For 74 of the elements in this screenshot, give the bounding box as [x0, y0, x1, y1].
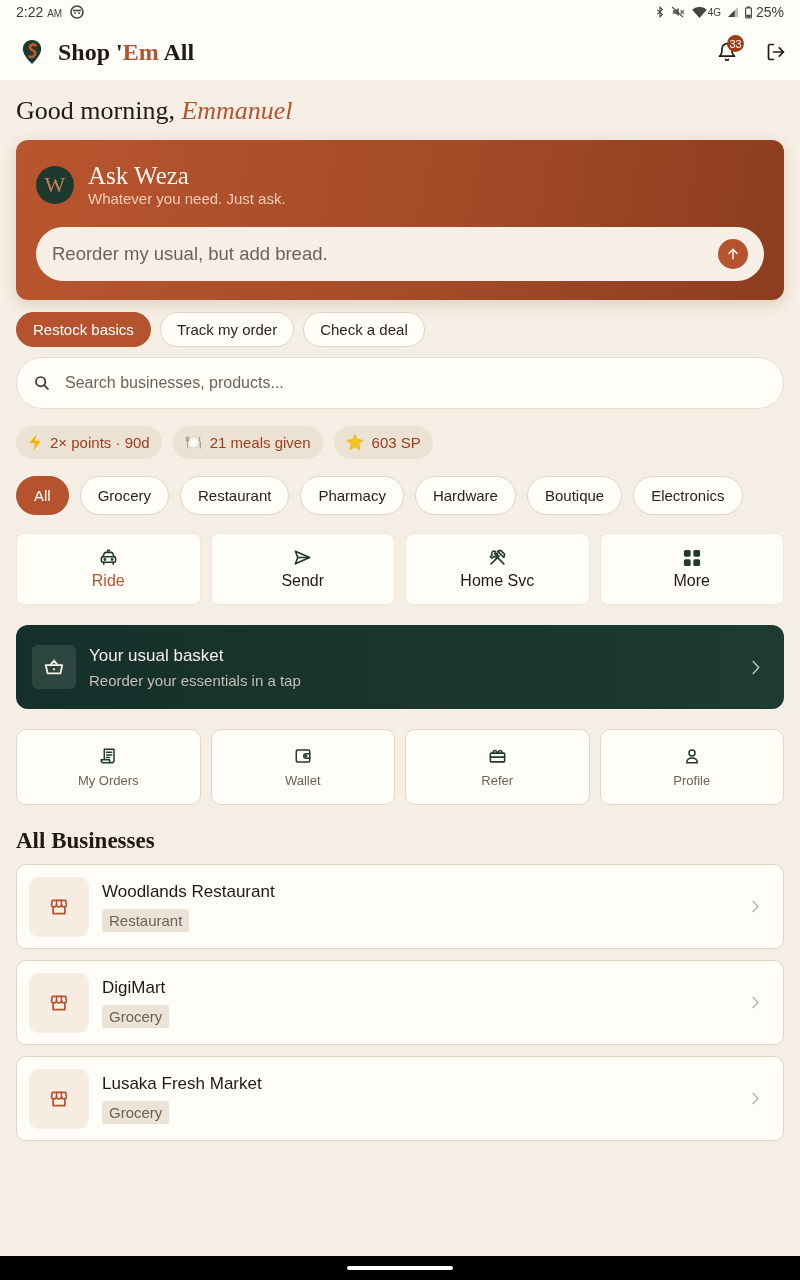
business-card[interactable]: Woodlands Restaurant Restaurant [16, 864, 784, 949]
business-name: DigiMart [102, 977, 166, 998]
suggestion-chip[interactable]: Track my order [159, 312, 295, 347]
quick-link-button[interactable]: Wallet [210, 729, 395, 805]
service-button[interactable]: Sendr [210, 533, 395, 605]
store-icon [29, 972, 89, 1033]
store-icon [29, 876, 89, 937]
chevron-right-icon [752, 659, 760, 675]
store-icon [29, 1068, 89, 1129]
perk-label: 2× points · 90d [50, 434, 150, 451]
wifi-icon [691, 6, 707, 18]
service-button[interactable]: More [599, 533, 784, 605]
chevron-right-icon [752, 996, 759, 1009]
grid-icon [682, 548, 701, 567]
assistant-title: Ask Weza [88, 162, 190, 189]
perk-label: 603 SP [371, 434, 421, 451]
category-chip[interactable]: Hardware [414, 476, 516, 515]
service-button[interactable]: Ride [16, 533, 201, 605]
basket-icon [32, 645, 76, 689]
greeting-heading: Good morning, Emmanuel [16, 96, 294, 126]
section-heading: All Businesses [16, 827, 156, 855]
logo-icon [21, 39, 43, 65]
category-chip[interactable]: Restaurant [180, 476, 290, 515]
assistant-subtitle: Whatever you need. Just ask. [88, 189, 286, 208]
notifications-button[interactable]: 33 [717, 35, 744, 62]
category-chip[interactable]: Pharmacy [300, 476, 404, 515]
star-icon [345, 434, 364, 451]
banner-title: Your usual basket [89, 645, 224, 666]
quick-link-button[interactable]: Refer [405, 729, 590, 805]
category-tag: Grocery [102, 1100, 170, 1124]
battery-percent: 25% [755, 4, 784, 20]
plate-icon [184, 434, 202, 451]
banner-subtitle: Reorder your essentials in a tap [89, 671, 301, 689]
logout-icon [766, 42, 786, 62]
business-card[interactable]: Lusaka Fresh Market Grocery [16, 1056, 784, 1141]
basket-banner[interactable]: Your usual basket Reorder your essentials in a tap [16, 625, 784, 709]
chevron-right-icon [752, 900, 759, 913]
tools-icon [487, 548, 507, 567]
smiley-icon [70, 5, 85, 19]
suggestion-chip[interactable]: Restock basics [16, 312, 151, 347]
lightning-icon [28, 434, 42, 451]
category-chip[interactable]: Boutique [526, 476, 623, 515]
notification-count-badge: 33 [727, 35, 744, 52]
logout-button[interactable] [766, 42, 786, 62]
paper-plane-icon [293, 548, 313, 567]
wallet-icon [293, 746, 312, 765]
category-chip[interactable]: Grocery [79, 476, 169, 515]
quick-link-button[interactable]: Profile [599, 729, 784, 805]
business-card[interactable]: DigiMart Grocery [16, 960, 784, 1045]
service-button[interactable]: Home Svc [405, 533, 590, 605]
mute-icon [670, 6, 685, 18]
business-name: Woodlands Restaurant [102, 881, 275, 902]
arrow-up-icon [726, 247, 740, 261]
battery-icon [744, 5, 752, 19]
category-chip[interactable]: Electronics [633, 476, 743, 515]
status-time: 2:22 AM [16, 4, 63, 20]
search-field[interactable]: Search businesses, products... [16, 357, 784, 409]
business-name: Lusaka Fresh Market [102, 1073, 262, 1094]
perk-label: 21 meals given [209, 434, 311, 451]
category-tag: Restaurant [102, 908, 190, 932]
search-icon [34, 375, 50, 391]
ask-input-field[interactable]: Reorder my usual, but add bread. [36, 227, 764, 281]
category-chip[interactable]: All [16, 476, 69, 515]
quick-link-button[interactable]: My Orders [16, 729, 201, 805]
suggestion-chip[interactable]: Check a deal [303, 312, 425, 347]
chevron-right-icon [752, 1092, 759, 1105]
car-icon [98, 548, 118, 567]
signal-icon [727, 7, 738, 17]
assistant-avatar: W [36, 166, 74, 204]
category-tag: Grocery [102, 1004, 170, 1028]
network-type: 4G [707, 6, 721, 18]
app-title: Shop 'Em All [58, 38, 195, 66]
receipt-icon [99, 746, 118, 765]
bluetooth-icon [655, 6, 664, 18]
